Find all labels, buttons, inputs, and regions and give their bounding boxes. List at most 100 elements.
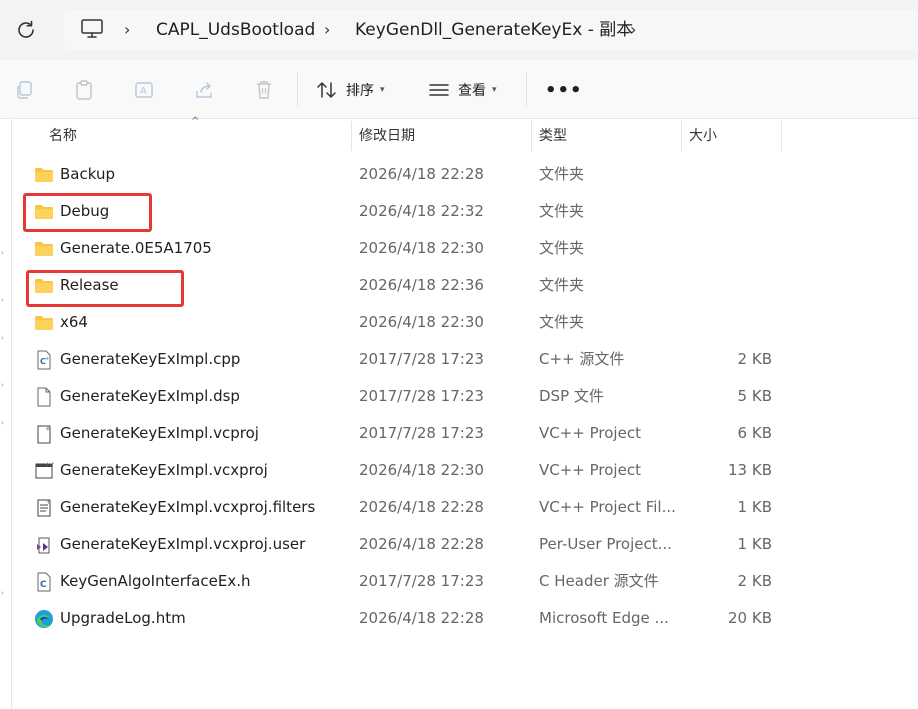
this-pc-icon[interactable]: [80, 18, 104, 40]
file-modified-date: 2026/4/18 22:28: [359, 498, 484, 516]
command-bar: A 排序 ▾ 查看 ▾ •••: [0, 60, 918, 119]
file-name: GenerateKeyExImpl.vcxproj: [60, 461, 268, 479]
copy-icon[interactable]: [13, 79, 35, 101]
file-size: 2 KB: [737, 350, 772, 368]
svg-text:+: +: [45, 425, 51, 433]
file-row[interactable]: GenerateKeyExImpl.vcxproj.user 2026/4/18 …: [24, 526, 894, 563]
file-row[interactable]: Debug 2026/4/18 22:32 文件夹: [24, 193, 894, 230]
file-size: 6 KB: [737, 424, 772, 442]
file-type: 文件夹: [539, 239, 585, 257]
file-size: 1 KB: [737, 535, 772, 553]
svg-text:++: ++: [45, 461, 54, 468]
file-name: UpgradeLog.htm: [60, 609, 186, 627]
chevron-right-icon[interactable]: ›: [124, 20, 130, 40]
expand-arrow-icon: ›: [1, 381, 4, 389]
view-icon: [429, 84, 449, 96]
refresh-icon[interactable]: [14, 18, 38, 42]
edge-html-icon: [34, 609, 54, 629]
column-header-type[interactable]: 类型: [539, 119, 567, 153]
svg-text:C: C: [40, 580, 47, 590]
sort-label: 排序: [346, 83, 374, 99]
file-modified-date: 2026/4/18 22:28: [359, 165, 484, 183]
expand-arrow-icon: ›: [1, 589, 4, 597]
breadcrumb-item-current[interactable]: KeyGenDll_GenerateKeyEx - 副本: [355, 20, 633, 40]
paste-icon[interactable]: [73, 79, 95, 101]
rename-icon[interactable]: A: [133, 79, 155, 101]
vs-user-file-icon: [34, 535, 54, 555]
file-row[interactable]: + GenerateKeyExImpl.vcproj 2017/7/28 17:23…: [24, 415, 894, 452]
file-modified-date: 2026/4/18 22:30: [359, 461, 484, 479]
folder-icon: [34, 313, 54, 333]
file-modified-date: 2026/4/18 22:32: [359, 202, 484, 220]
file-type: 文件夹: [539, 165, 585, 183]
file-row[interactable]: x64 2026/4/18 22:30 文件夹: [24, 304, 894, 341]
chevron-down-icon: ▾: [492, 85, 497, 95]
file-modified-date: 2017/7/28 17:23: [359, 424, 484, 442]
file-name: x64: [60, 313, 88, 331]
file-modified-date: 2026/4/18 22:28: [359, 535, 484, 553]
column-header-date[interactable]: 修改日期: [359, 119, 415, 153]
column-divider[interactable]: [681, 121, 682, 151]
column-divider[interactable]: [781, 121, 782, 151]
expand-arrow-icon: ›: [1, 296, 4, 304]
navigation-pane-edge[interactable]: › › › › › ›: [0, 119, 12, 709]
file-type: Microsoft Edge ...: [539, 609, 669, 627]
file-name: Generate.0E5A1705: [60, 239, 212, 257]
file-row[interactable]: + GenerateKeyExImpl.vcxproj.filters 2026/4…: [24, 489, 894, 526]
file-row[interactable]: Generate.0E5A1705 2026/4/18 22:30 文件夹: [24, 230, 894, 267]
file-type: C Header 源文件: [539, 572, 659, 590]
file-type: DSP 文件: [539, 387, 604, 405]
file-row[interactable]: Backup 2026/4/18 22:28 文件夹: [24, 156, 894, 193]
vcxproj-file-icon: ++: [34, 461, 55, 481]
delete-icon[interactable]: [253, 79, 275, 101]
column-divider[interactable]: [531, 121, 532, 151]
highlight-box-release: [26, 270, 184, 307]
chevron-down-icon: ▾: [380, 85, 385, 95]
file-size: 20 KB: [728, 609, 772, 627]
file-type: 文件夹: [539, 313, 585, 331]
file-type: 文件夹: [539, 202, 585, 220]
file-row[interactable]: UpgradeLog.htm 2026/4/18 22:28 Microsoft E…: [24, 600, 894, 637]
file-name: GenerateKeyExImpl.cpp: [60, 350, 241, 368]
column-divider[interactable]: [351, 121, 352, 151]
file-row[interactable]: C + GenerateKeyExImpl.cpp 2017/7/28 17:23 C+…: [24, 341, 894, 378]
file-row[interactable]: ++ GenerateKeyExImpl.vcxproj 2026/4/18 22:…: [24, 452, 894, 489]
expand-arrow-icon: ›: [1, 334, 4, 342]
file-name: Backup: [60, 165, 115, 183]
file-modified-date: 2026/4/18 22:30: [359, 313, 484, 331]
file-size: 2 KB: [737, 572, 772, 590]
sort-button[interactable]: 排序 ▾: [316, 79, 385, 101]
file-type: VC++ Project: [539, 461, 641, 479]
file-name: GenerateKeyExImpl.vcproj: [60, 424, 259, 442]
address-bar: › CAPL_UdsBootload › KeyGenDll_GenerateK…: [0, 0, 918, 60]
file-size: 5 KB: [737, 387, 772, 405]
file-name: GenerateKeyExImpl.dsp: [60, 387, 240, 405]
file-type: 文件夹: [539, 276, 585, 294]
file-name: GenerateKeyExImpl.vcxproj.user: [60, 535, 306, 553]
svg-text:+: +: [46, 499, 51, 506]
sort-ascending-icon: ^: [191, 116, 200, 127]
file-type: VC++ Project Fil...: [539, 498, 676, 516]
chevron-right-icon[interactable]: ›: [324, 20, 330, 40]
file-modified-date: 2017/7/28 17:23: [359, 572, 484, 590]
breadcrumb-item[interactable]: CAPL_UdsBootload: [156, 20, 315, 40]
share-icon[interactable]: [193, 79, 215, 101]
file-modified-date: 2026/4/18 22:36: [359, 276, 484, 294]
toolbar-separator: [526, 72, 527, 106]
chevron-right-icon[interactable]: ›: [630, 20, 636, 40]
file-modified-date: 2017/7/28 17:23: [359, 387, 484, 405]
file-row[interactable]: C KeyGenAlgoInterfaceEx.h 2017/7/28 17:23 C…: [24, 563, 894, 600]
more-options-button[interactable]: •••: [545, 80, 583, 101]
sort-icon: [317, 82, 336, 98]
cpp-file-icon: C +: [34, 350, 54, 370]
column-header-name[interactable]: 名称: [49, 119, 77, 153]
svg-text:A: A: [140, 86, 147, 97]
toolbar-separator: [297, 72, 298, 106]
view-label: 查看: [458, 83, 486, 99]
expand-arrow-icon: ›: [1, 419, 4, 427]
file-row[interactable]: GenerateKeyExImpl.dsp 2017/7/28 17:23 DSP …: [24, 378, 894, 415]
column-header-size[interactable]: 大小: [689, 119, 717, 153]
svg-text:+: +: [45, 356, 49, 362]
view-button[interactable]: 查看 ▾: [428, 79, 497, 101]
header-file-icon: C: [34, 572, 54, 592]
